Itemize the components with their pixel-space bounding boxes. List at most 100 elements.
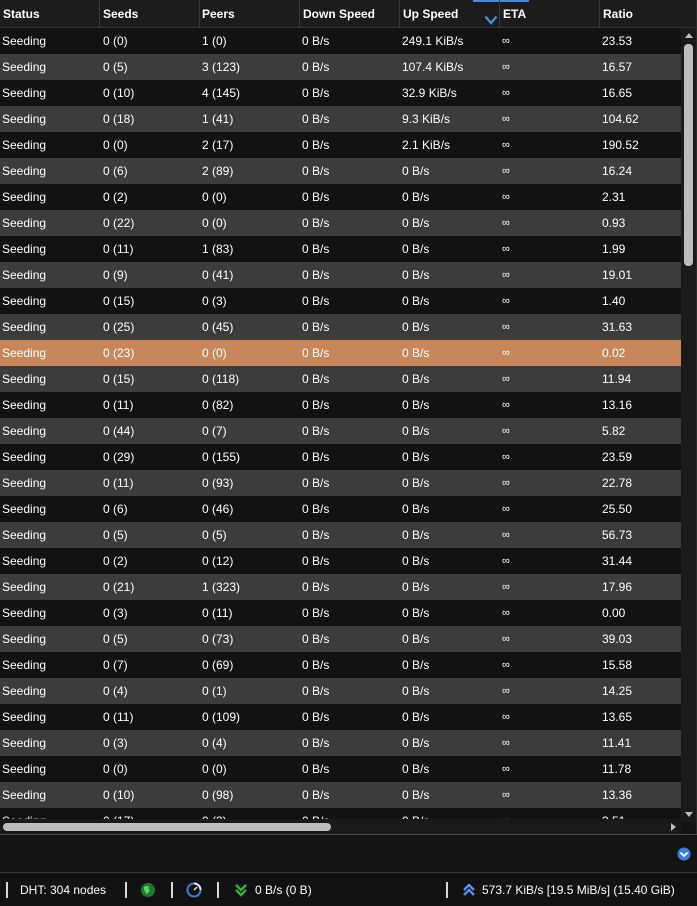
column-header-seeds[interactable]: Seeds [100, 0, 200, 28]
upload-speed-icon[interactable] [461, 882, 477, 898]
eta-cell: ∞ [502, 503, 510, 515]
up-speed-cell: 0 B/s [402, 424, 430, 438]
up-speed-cell: 107.4 KiB/s [402, 60, 464, 74]
peers-cell: 0 (4) [202, 736, 227, 750]
up-speed-cell: 0 B/s [402, 268, 430, 282]
horizontal-scrollbar-thumb[interactable] [3, 823, 331, 831]
seeds-cell: 0 (0) [103, 138, 128, 152]
column-header-label: Ratio [603, 7, 633, 21]
peers-cell: 0 (82) [202, 398, 234, 412]
column-header-down[interactable]: Down Speed [300, 0, 400, 28]
eta-cell: ∞ [502, 373, 510, 385]
column-header-eta[interactable]: ETA [500, 0, 600, 28]
ratio-cell: 31.44 [602, 554, 633, 568]
table-row[interactable]: Seeding 0 (11) 0 (93) 0 B/s 0 B/s ∞ 22.78 [0, 470, 681, 496]
status-bar: DHT: 304 nodes 0 B/s (0 B) 573.7 KiB/s [… [0, 872, 697, 906]
ratio-cell: 16.57 [602, 60, 633, 74]
seeds-cell: 0 (5) [103, 632, 128, 646]
table-row[interactable]: Seeding 0 (6) 2 (89) 0 B/s 0 B/s ∞ 16.24 [0, 158, 681, 184]
up-speed-cell: 0 B/s [402, 632, 430, 646]
table-row[interactable]: Seeding 0 (11) 0 (109) 0 B/s 0 B/s ∞ 13.65 [0, 704, 681, 730]
ratio-cell: 0.02 [602, 346, 626, 360]
table-row[interactable]: Seeding 0 (44) 0 (7) 0 B/s 0 B/s ∞ 5.82 [0, 418, 681, 444]
ratio-cell: 5.82 [602, 424, 626, 438]
eta-cell: ∞ [502, 581, 510, 593]
peers-cell: 3 (123) [202, 60, 241, 74]
table-row[interactable]: Seeding 0 (11) 1 (83) 0 B/s 0 B/s ∞ 1.99 [0, 236, 681, 262]
down-speed-cell: 0 B/s [302, 216, 330, 230]
table-row[interactable]: Seeding 0 (10) 0 (98) 0 B/s 0 B/s ∞ 13.36 [0, 782, 681, 808]
down-speed-cell: 0 B/s [302, 268, 330, 282]
table-row[interactable]: Seeding 0 (0) 1 (0) 0 B/s 249.1 KiB/s ∞ 23.53 [0, 28, 681, 54]
ratio-cell: 0.93 [602, 216, 626, 230]
vertical-scrollbar[interactable] [681, 28, 696, 822]
eta-cell: ∞ [502, 321, 510, 333]
up-speed-cell: 0 B/s [402, 346, 430, 360]
table-row[interactable]: Seeding 0 (25) 0 (45) 0 B/s 0 B/s ∞ 31.63 [0, 314, 681, 340]
table-row[interactable]: Seeding 0 (15) 0 (3) 0 B/s 0 B/s ∞ 1.40 [0, 288, 681, 314]
ratio-cell: 1.40 [602, 294, 626, 308]
seeds-cell: 0 (11) [103, 398, 134, 412]
column-header-ratio[interactable]: Ratio [600, 0, 696, 28]
download-speed-icon[interactable] [233, 882, 249, 898]
table-row[interactable]: Seeding 0 (0) 0 (0) 0 B/s 0 B/s ∞ 11.78 [0, 756, 681, 782]
peers-cell: 0 (41) [202, 268, 234, 282]
scroll-up-arrow-icon[interactable] [681, 28, 696, 42]
table-row[interactable]: Seeding 0 (7) 0 (69) 0 B/s 0 B/s ∞ 15.58 [0, 652, 681, 678]
eta-cell: ∞ [502, 763, 510, 775]
up-speed-cell: 249.1 KiB/s [402, 34, 464, 48]
down-speed-cell: 0 B/s [302, 34, 330, 48]
status-cell: Seeding [2, 216, 47, 230]
table-row[interactable]: Seeding 0 (5) 0 (5) 0 B/s 0 B/s ∞ 56.73 [0, 522, 681, 548]
seeds-cell: 0 (11) [103, 242, 134, 256]
ratio-cell: 11.41 [602, 736, 632, 750]
eta-cell: ∞ [502, 737, 510, 749]
seeds-cell: 0 (2) [103, 190, 128, 204]
status-separator [6, 882, 8, 898]
peers-cell: 1 (0) [202, 34, 227, 48]
table-row[interactable]: Seeding 0 (3) 0 (11) 0 B/s 0 B/s ∞ 0.00 [0, 600, 681, 626]
column-header-status[interactable]: Status [0, 0, 100, 28]
details-toggle-chevron-icon[interactable] [677, 847, 691, 864]
globe-connected-icon[interactable] [140, 882, 156, 898]
down-speed-cell: 0 B/s [302, 528, 330, 542]
table-row[interactable]: Seeding 0 (9) 0 (41) 0 B/s 0 B/s ∞ 19.01 [0, 262, 681, 288]
table-row[interactable]: Seeding 0 (2) 0 (12) 0 B/s 0 B/s ∞ 31.44 [0, 548, 681, 574]
peers-cell: 0 (45) [202, 320, 234, 334]
column-header-peers[interactable]: Peers [199, 0, 300, 28]
table-row[interactable]: Seeding 0 (11) 0 (82) 0 B/s 0 B/s ∞ 13.16 [0, 392, 681, 418]
status-cell: Seeding [2, 632, 47, 646]
table-row[interactable]: Seeding 0 (22) 0 (0) 0 B/s 0 B/s ∞ 0.93 [0, 210, 681, 236]
table-row[interactable]: Seeding 0 (18) 1 (41) 0 B/s 9.3 KiB/s ∞ 104.62 [0, 106, 681, 132]
table-row[interactable]: Seeding 0 (15) 0 (118) 0 B/s 0 B/s ∞ 11.94 [0, 366, 681, 392]
table-row[interactable]: Seeding 0 (4) 0 (1) 0 B/s 0 B/s ∞ 14.25 [0, 678, 681, 704]
up-speed-cell: 0 B/s [402, 476, 430, 490]
table-row[interactable]: Seeding 0 (0) 2 (17) 0 B/s 2.1 KiB/s ∞ 190.52 [0, 132, 681, 158]
table-row[interactable]: Seeding 0 (3) 0 (4) 0 B/s 0 B/s ∞ 11.41 [0, 730, 681, 756]
table-row[interactable]: Seeding 0 (29) 0 (155) 0 B/s 0 B/s ∞ 23.59 [0, 444, 681, 470]
scroll-down-arrow-icon[interactable] [681, 808, 696, 822]
column-header-label: Peers [202, 7, 235, 21]
vertical-scrollbar-thumb[interactable] [684, 44, 693, 266]
torrent-rows[interactable]: Seeding 0 (0) 1 (0) 0 B/s 249.1 KiB/s ∞ 23.53 S… [0, 28, 681, 822]
torrent-list[interactable]: Status Seeds Peers Down Speed Up Speed ETA Rat… [0, 0, 697, 834]
table-row[interactable]: Seeding 0 (10) 4 (145) 0 B/s 32.9 KiB/s ∞ 16.6… [0, 80, 681, 106]
speedometer-icon[interactable] [186, 882, 202, 898]
column-header-up[interactable]: Up Speed [400, 0, 500, 28]
horizontal-scrollbar[interactable] [0, 819, 681, 834]
eta-cell: ∞ [502, 87, 510, 99]
peers-cell: 0 (118) [202, 372, 240, 386]
table-row[interactable]: Seeding 0 (21) 1 (323) 0 B/s 0 B/s ∞ 17.96 [0, 574, 681, 600]
scroll-right-arrow-icon[interactable] [665, 820, 681, 834]
table-row[interactable]: Seeding 0 (2) 0 (0) 0 B/s 0 B/s ∞ 2.31 [0, 184, 681, 210]
peers-cell: 0 (0) [202, 346, 227, 360]
column-header-label: Down Speed [303, 7, 376, 21]
table-row[interactable]: Seeding 0 (6) 0 (46) 0 B/s 0 B/s ∞ 25.50 [0, 496, 681, 522]
table-row[interactable]: Seeding 0 (5) 0 (73) 0 B/s 0 B/s ∞ 39.03 [0, 626, 681, 652]
peers-cell: 0 (1) [202, 684, 227, 698]
status-cell: Seeding [2, 164, 47, 178]
up-speed-cell: 0 B/s [402, 528, 430, 542]
table-row-selected[interactable]: Seeding 0 (23) 0 (0) 0 B/s 0 B/s ∞ 0.02 [0, 340, 681, 366]
table-row[interactable]: Seeding 0 (5) 3 (123) 0 B/s 107.4 KiB/s ∞ 16.5… [0, 54, 681, 80]
ratio-cell: 13.16 [602, 398, 633, 412]
